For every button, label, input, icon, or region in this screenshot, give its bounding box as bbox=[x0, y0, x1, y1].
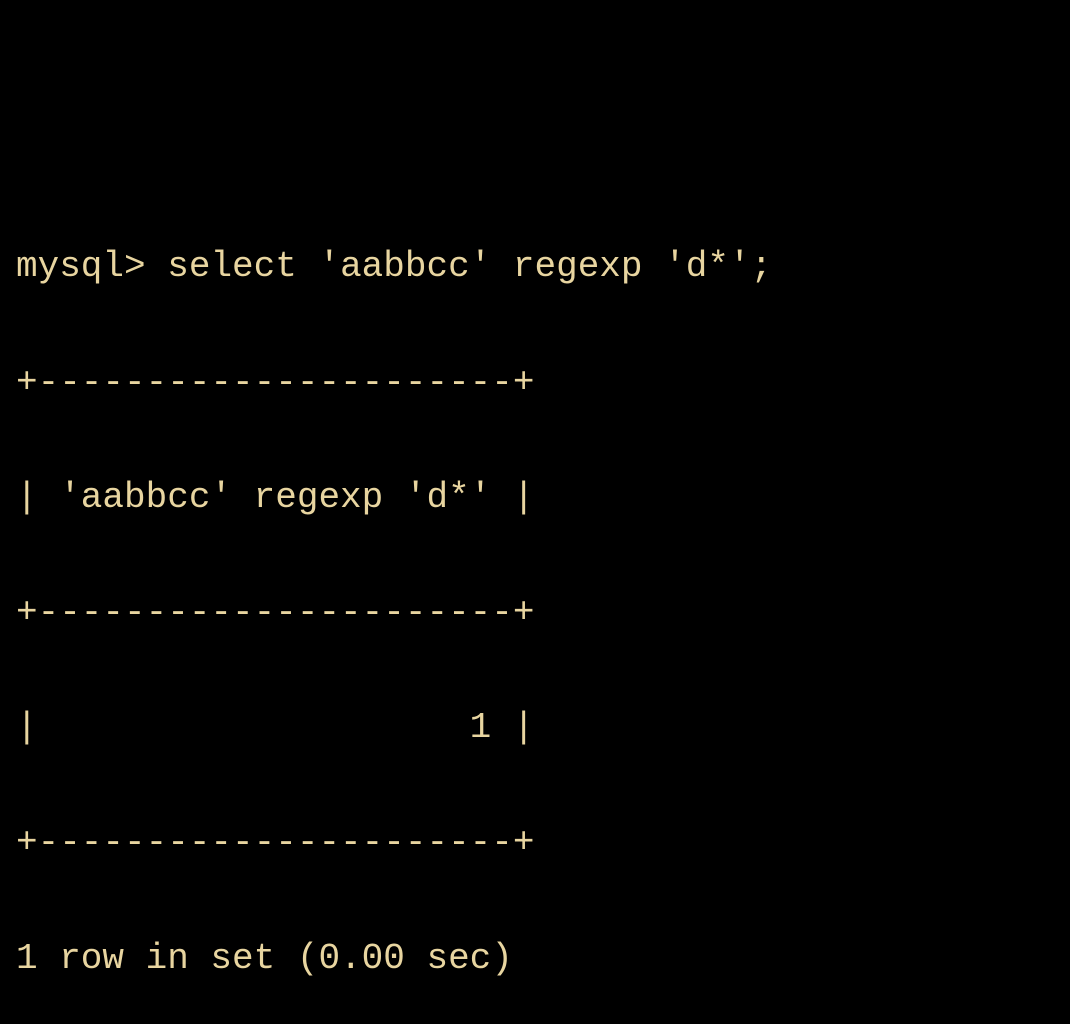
table-border-mid: +----------------------+ bbox=[16, 584, 1054, 642]
table-data-row: | 1 | bbox=[16, 699, 1054, 757]
table-border-top: +----------------------+ bbox=[16, 354, 1054, 412]
table-border-bottom: +----------------------+ bbox=[16, 814, 1054, 872]
command-line[interactable]: mysql> select 'aabbcc' regexp 'd*'; bbox=[16, 238, 1054, 296]
status-line: 1 row in set (0.00 sec) bbox=[16, 930, 1054, 988]
sql-command: select 'aabbcc' regexp 'd*'; bbox=[167, 246, 772, 287]
mysql-prompt: mysql> bbox=[16, 246, 146, 287]
table-header-row: | 'aabbcc' regexp 'd*' | bbox=[16, 469, 1054, 527]
